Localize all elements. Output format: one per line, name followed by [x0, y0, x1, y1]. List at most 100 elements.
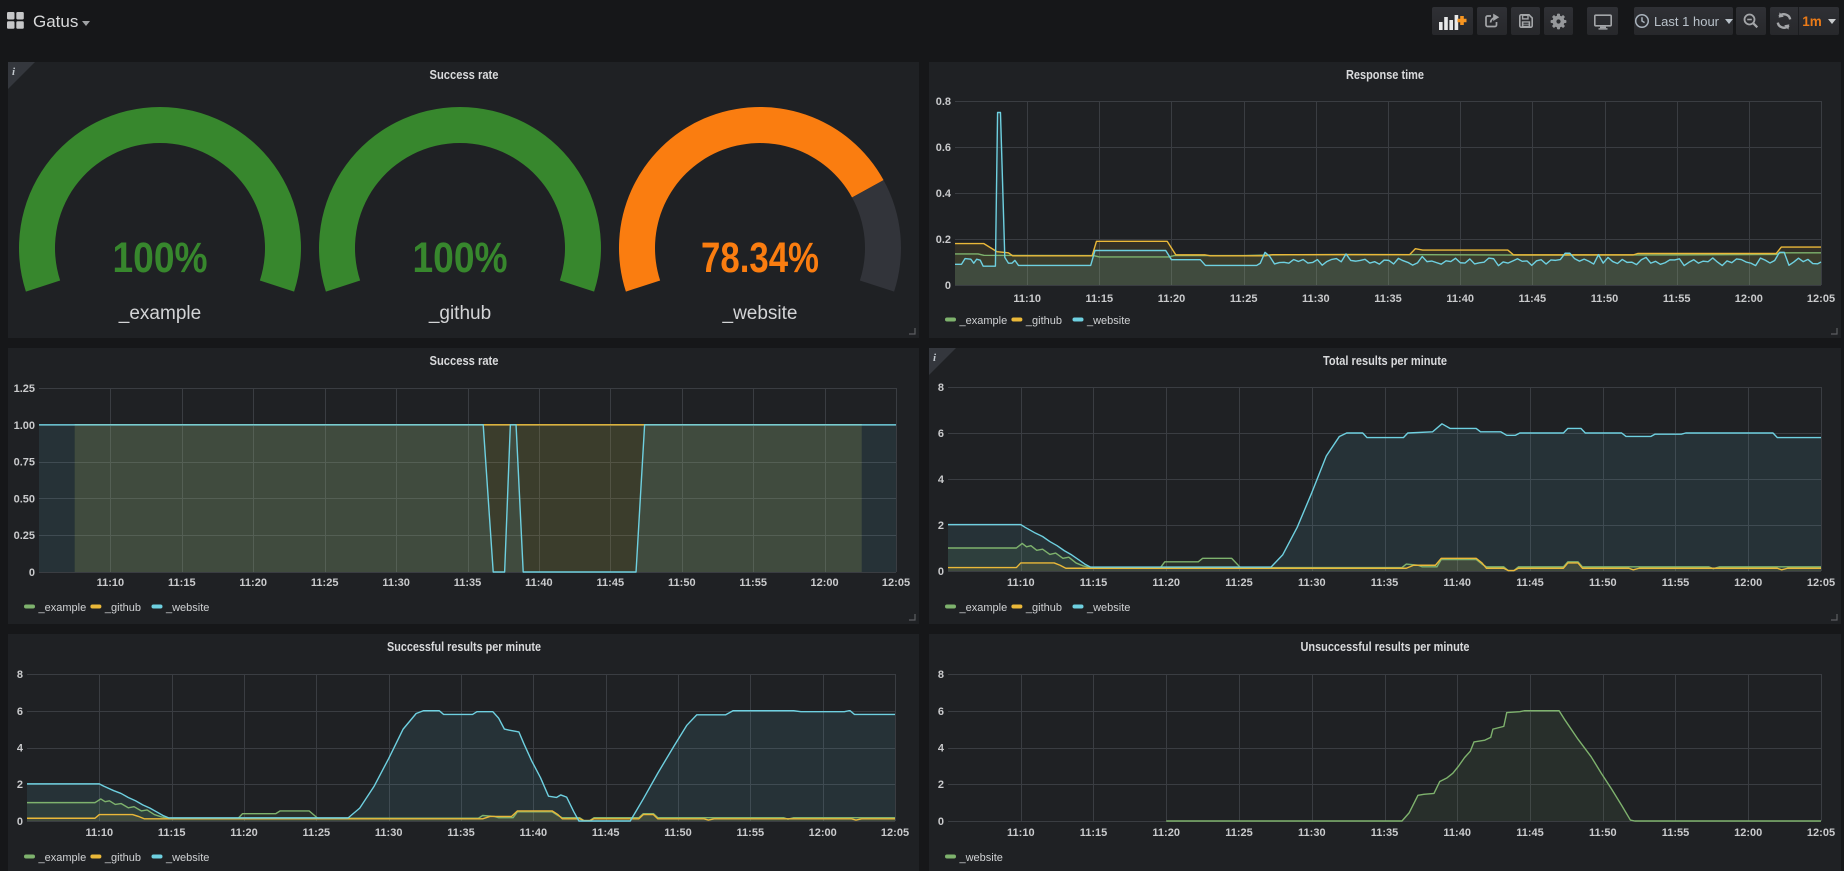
- svg-text:11:45: 11:45: [597, 577, 625, 589]
- svg-text:12:00: 12:00: [1734, 577, 1762, 589]
- svg-text:11:25: 11:25: [1225, 827, 1253, 839]
- svg-text:_example: _example: [118, 303, 201, 324]
- svg-text:0.4: 0.4: [936, 188, 952, 200]
- svg-text:_github: _github: [104, 852, 141, 864]
- svg-text:8: 8: [17, 669, 23, 681]
- svg-text:6: 6: [17, 706, 23, 718]
- svg-text:11:50: 11:50: [664, 827, 692, 839]
- svg-text:0.75: 0.75: [14, 457, 35, 469]
- svg-text:11:50: 11:50: [1591, 293, 1619, 305]
- svg-text:11:50: 11:50: [668, 577, 696, 589]
- svg-text:11:30: 11:30: [1298, 577, 1326, 589]
- svg-text:11:20: 11:20: [1152, 577, 1180, 589]
- svg-text:0.8: 0.8: [936, 96, 951, 108]
- svg-text:0: 0: [938, 816, 944, 828]
- svg-text:4: 4: [17, 743, 24, 755]
- svg-text:11:40: 11:40: [520, 827, 548, 839]
- svg-text:2: 2: [938, 779, 944, 791]
- svg-text:11:15: 11:15: [1086, 293, 1114, 305]
- svg-text:11:40: 11:40: [525, 577, 553, 589]
- svg-text:_github: _github: [1025, 315, 1062, 327]
- svg-text:0: 0: [938, 566, 944, 578]
- svg-text:11:55: 11:55: [1662, 577, 1690, 589]
- svg-text:11:30: 11:30: [1302, 293, 1330, 305]
- svg-text:12:00: 12:00: [809, 827, 837, 839]
- svg-text:100%: 100%: [413, 234, 508, 282]
- svg-text:11:35: 11:35: [454, 577, 482, 589]
- svg-text:_website: _website: [1086, 315, 1130, 327]
- svg-text:1.00: 1.00: [14, 420, 35, 432]
- svg-text:11:55: 11:55: [737, 827, 765, 839]
- svg-text:78.34%: 78.34%: [701, 234, 819, 282]
- svg-text:12:05: 12:05: [1807, 293, 1835, 305]
- svg-text:11:20: 11:20: [239, 577, 267, 589]
- svg-text:11:45: 11:45: [592, 827, 620, 839]
- svg-text:12:05: 12:05: [881, 827, 909, 839]
- svg-text:11:40: 11:40: [1446, 293, 1474, 305]
- svg-text:11:15: 11:15: [1080, 827, 1108, 839]
- svg-text:11:10: 11:10: [97, 577, 125, 589]
- svg-text:_github: _github: [1025, 602, 1062, 614]
- svg-text:11:35: 11:35: [1374, 293, 1402, 305]
- svg-text:11:35: 11:35: [1371, 827, 1399, 839]
- svg-text:Success rate: Success rate: [430, 353, 499, 368]
- svg-text:11:50: 11:50: [1589, 577, 1617, 589]
- svg-text:0: 0: [17, 816, 23, 828]
- svg-text:0.6: 0.6: [936, 142, 951, 154]
- svg-text:11:55: 11:55: [739, 577, 767, 589]
- svg-text:0.50: 0.50: [14, 493, 35, 505]
- svg-text:Unsuccessful results per minut: Unsuccessful results per minute: [1301, 639, 1470, 654]
- svg-text:11:45: 11:45: [1516, 577, 1544, 589]
- svg-text:2: 2: [938, 520, 944, 532]
- svg-text:11:25: 11:25: [1225, 577, 1253, 589]
- svg-text:_github: _github: [428, 303, 491, 324]
- svg-text:_website: _website: [722, 303, 798, 324]
- svg-text:_github: _github: [104, 602, 141, 614]
- svg-text:11:20: 11:20: [230, 827, 258, 839]
- svg-text:_website: _website: [165, 852, 209, 864]
- svg-text:11:45: 11:45: [1519, 293, 1547, 305]
- svg-text:Success rate: Success rate: [430, 67, 499, 82]
- svg-text:_example: _example: [38, 852, 87, 864]
- svg-text:11:30: 11:30: [1298, 827, 1326, 839]
- svg-text:11:45: 11:45: [1516, 827, 1544, 839]
- svg-text:8: 8: [938, 382, 944, 394]
- svg-text:12:00: 12:00: [811, 577, 839, 589]
- svg-text:_website: _website: [165, 602, 209, 614]
- svg-text:0: 0: [29, 567, 35, 579]
- svg-text:11:55: 11:55: [1663, 293, 1691, 305]
- svg-text:12:05: 12:05: [1807, 827, 1835, 839]
- svg-text:Total results per minute: Total results per minute: [1323, 353, 1447, 368]
- svg-text:4: 4: [938, 743, 945, 755]
- svg-text:11:35: 11:35: [1371, 577, 1399, 589]
- svg-text:12:05: 12:05: [882, 577, 910, 589]
- svg-text:11:25: 11:25: [311, 577, 339, 589]
- svg-text:11:10: 11:10: [1007, 827, 1035, 839]
- svg-text:11:30: 11:30: [375, 827, 403, 839]
- svg-text:0.2: 0.2: [936, 234, 951, 246]
- svg-text:2: 2: [17, 779, 23, 791]
- svg-text:_example: _example: [959, 602, 1008, 614]
- svg-text:8: 8: [938, 669, 944, 681]
- svg-text:4: 4: [938, 474, 945, 486]
- svg-text:11:55: 11:55: [1662, 827, 1690, 839]
- svg-text:12:00: 12:00: [1735, 293, 1763, 305]
- svg-text:_example: _example: [959, 315, 1008, 327]
- svg-text:11:30: 11:30: [382, 577, 410, 589]
- svg-text:6: 6: [938, 706, 944, 718]
- svg-text:1.25: 1.25: [14, 383, 35, 395]
- svg-text:6: 6: [938, 428, 944, 440]
- svg-text:Response time: Response time: [1346, 67, 1424, 82]
- svg-text:11:40: 11:40: [1443, 577, 1471, 589]
- svg-text:0.25: 0.25: [14, 530, 35, 542]
- svg-text:11:10: 11:10: [86, 827, 114, 839]
- svg-text:11:25: 11:25: [303, 827, 331, 839]
- svg-text:_website: _website: [1086, 602, 1130, 614]
- svg-text:12:00: 12:00: [1734, 827, 1762, 839]
- svg-text:11:15: 11:15: [168, 577, 196, 589]
- svg-text:_website: _website: [959, 852, 1003, 864]
- svg-text:Successful results per minute: Successful results per minute: [387, 639, 541, 654]
- svg-text:_example: _example: [38, 602, 87, 614]
- svg-text:11:20: 11:20: [1152, 827, 1180, 839]
- svg-text:11:50: 11:50: [1589, 827, 1617, 839]
